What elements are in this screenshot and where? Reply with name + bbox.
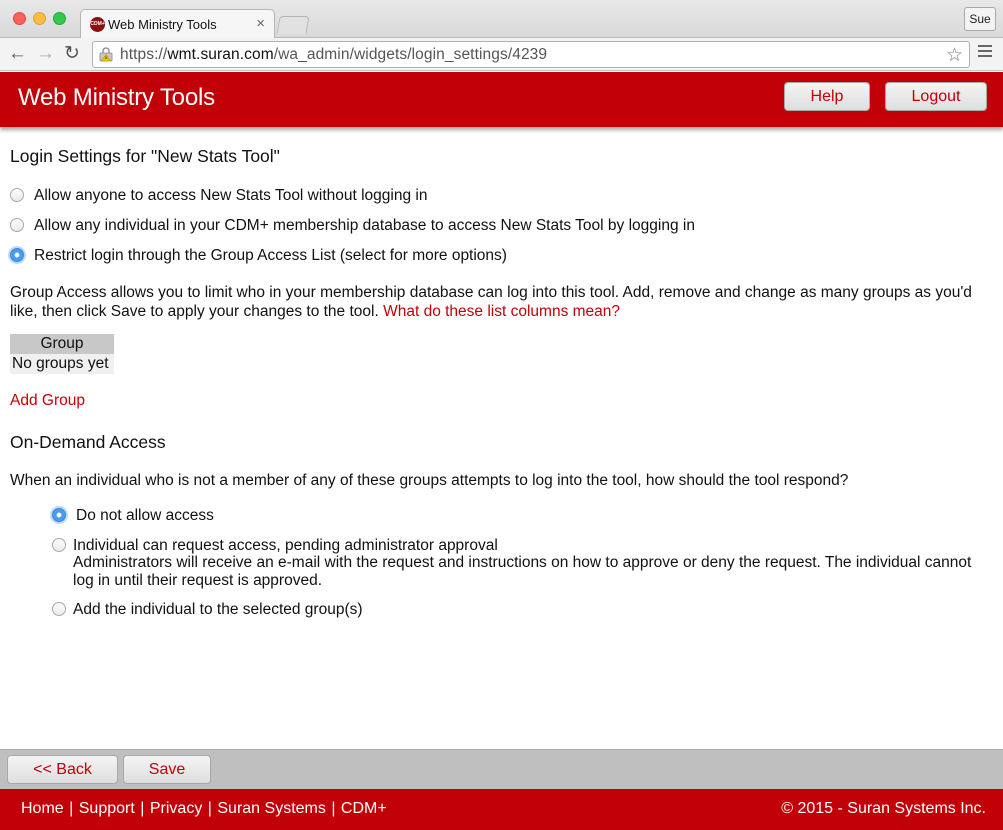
group-access-table: Group No groups yet: [10, 334, 114, 374]
request-access-detail: Administrators will receive an e-mail wi…: [73, 554, 972, 589]
tab-close-icon[interactable]: ×: [256, 15, 265, 32]
group-column-header[interactable]: Group: [10, 334, 114, 354]
footer-link-suran-systems[interactable]: Suran Systems: [217, 800, 325, 817]
browser-menu-icon[interactable]: [978, 45, 992, 60]
on-demand-option-add[interactable]: Add the individual to the selected group…: [52, 601, 363, 619]
address-bar[interactable]: https://wmt.suran.com/wa_admin/widgets/l…: [92, 41, 970, 68]
on-demand-option-deny-label: Do not allow access: [76, 507, 214, 524]
on-demand-option-request-radio[interactable]: [52, 538, 66, 552]
footer-link-cdm[interactable]: CDM+: [341, 800, 387, 817]
footer-link-home[interactable]: Home: [21, 800, 64, 817]
cdm-favicon-icon: CDM+: [90, 17, 105, 32]
save-button[interactable]: Save: [123, 755, 211, 784]
tab-title: Web Ministry Tools: [108, 17, 217, 32]
login-option-group-access[interactable]: Restrict login through the Group Access …: [10, 247, 507, 265]
login-option-membership[interactable]: Allow any individual in your CDM+ member…: [10, 217, 695, 235]
on-demand-option-request[interactable]: Individual can request access, pending a…: [52, 537, 498, 555]
on-demand-option-deny[interactable]: Do not allow access: [52, 507, 214, 525]
close-window-icon[interactable]: [13, 12, 26, 25]
footer-link-privacy[interactable]: Privacy: [150, 800, 202, 817]
back-arrow-icon[interactable]: ←: [8, 42, 27, 66]
login-option-membership-label: Allow any individual in your CDM+ member…: [34, 217, 695, 234]
login-option-anyone[interactable]: Allow anyone to access New Stats Tool wi…: [10, 187, 427, 205]
logout-button[interactable]: Logout: [885, 82, 987, 111]
login-option-group-access-label: Restrict login through the Group Access …: [34, 247, 507, 264]
table-row: No groups yet: [10, 354, 114, 374]
list-columns-help-link[interactable]: What do these list columns mean?: [383, 303, 620, 320]
on-demand-question: When an individual who is not a member o…: [10, 472, 849, 489]
on-demand-heading: On-Demand Access: [10, 432, 166, 452]
footer: Home | Support | Privacy | Suran Systems…: [0, 789, 1003, 830]
login-option-membership-radio[interactable]: [10, 218, 24, 232]
reload-icon[interactable]: ↻: [64, 42, 80, 66]
browser-toolbar: ← → ↻ https://wmt.suran.com/wa_admin/wid…: [0, 38, 1003, 71]
help-button[interactable]: Help: [784, 82, 870, 111]
action-bar: << Back Save: [0, 749, 1003, 789]
bookmark-star-icon[interactable]: ☆: [946, 44, 963, 67]
minimize-window-icon[interactable]: [33, 12, 46, 25]
footer-separator: |: [207, 800, 212, 817]
browser-titlebar: CDM+ Web Ministry Tools × Sue: [0, 0, 1003, 39]
new-tab-button[interactable]: [276, 16, 310, 34]
url-text: https://wmt.suran.com/wa_admin/widgets/l…: [120, 46, 548, 63]
footer-links: Home | Support | Privacy | Suran Systems…: [21, 800, 387, 818]
copyright-text: © 2015 - Suran Systems Inc.: [781, 800, 986, 817]
add-group-link[interactable]: Add Group: [10, 392, 85, 410]
footer-separator: |: [69, 800, 74, 817]
page-title: Login Settings for "New Stats Tool": [10, 146, 280, 166]
browser-tab[interactable]: CDM+ Web Ministry Tools ×: [80, 9, 275, 39]
empty-groups-message: No groups yet: [10, 354, 114, 374]
on-demand-option-request-label: Individual can request access, pending a…: [73, 537, 498, 554]
app-title: Web Ministry Tools: [18, 84, 215, 111]
footer-separator: |: [140, 800, 145, 817]
on-demand-option-add-label: Add the individual to the selected group…: [73, 601, 363, 618]
footer-separator: |: [331, 800, 336, 817]
maximize-window-icon[interactable]: [53, 12, 66, 25]
login-option-group-access-radio[interactable]: [10, 248, 24, 262]
app-header: Web Ministry Tools Help Logout: [0, 72, 1003, 127]
lock-warning-icon: [99, 47, 113, 62]
footer-link-support[interactable]: Support: [79, 800, 135, 817]
login-option-anyone-label: Allow anyone to access New Stats Tool wi…: [34, 187, 428, 204]
on-demand-option-deny-radio[interactable]: [52, 508, 66, 522]
on-demand-option-add-radio[interactable]: [52, 602, 66, 616]
login-option-anyone-radio[interactable]: [10, 188, 24, 202]
forward-arrow-icon[interactable]: →: [36, 42, 55, 66]
profile-button[interactable]: Sue: [964, 7, 996, 31]
back-button[interactable]: << Back: [7, 755, 118, 784]
group-access-description: Group Access allows you to limit who in …: [10, 283, 990, 321]
